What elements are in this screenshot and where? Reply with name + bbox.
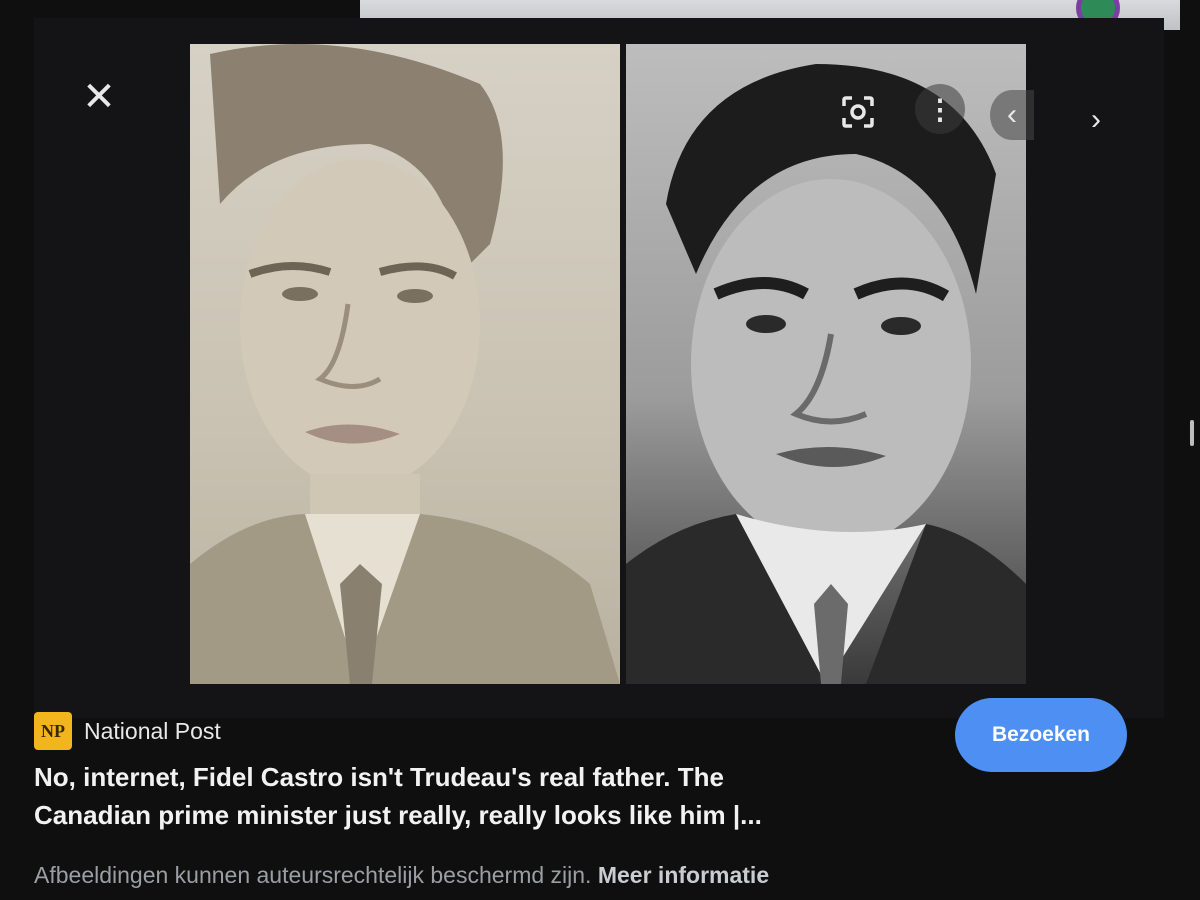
national-post-logo-icon: NP [34,712,72,750]
copyright-text: Afbeeldingen kunnen auteursrechtelijk be… [34,862,592,888]
previous-image-button[interactable]: ‹ [990,90,1034,140]
scrollbar-thumb[interactable] [1190,420,1194,446]
more-vert-icon: ⋮ [926,93,954,125]
source-name[interactable]: National Post [84,718,221,745]
chevron-right-icon: › [1091,103,1101,136]
close-button[interactable]: ✕ [78,76,120,118]
preview-image[interactable] [190,44,1026,684]
close-icon: ✕ [82,75,116,119]
more-info-link[interactable]: Meer informatie [598,862,769,888]
more-options-button[interactable]: ⋮ [915,84,965,134]
portrait-photo-right [626,44,1026,684]
lens-search-button[interactable] [836,90,880,134]
article-title-line-2: Canadian prime minister just really, rea… [34,800,762,830]
article-title-link[interactable]: No, internet, Fidel Castro isn't Trudeau… [34,758,914,834]
chevron-left-icon: ‹ [1007,98,1017,131]
source-attribution[interactable]: NP National Post [34,712,221,750]
copyright-notice: Afbeeldingen kunnen auteursrechtelijk be… [34,862,1034,889]
google-lens-icon [842,96,874,128]
next-image-button[interactable]: › [1076,98,1116,142]
portrait-photo-left [190,44,620,684]
article-title-line-1: No, internet, Fidel Castro isn't Trudeau… [34,762,724,792]
visit-button[interactable]: Bezoeken [955,698,1127,772]
